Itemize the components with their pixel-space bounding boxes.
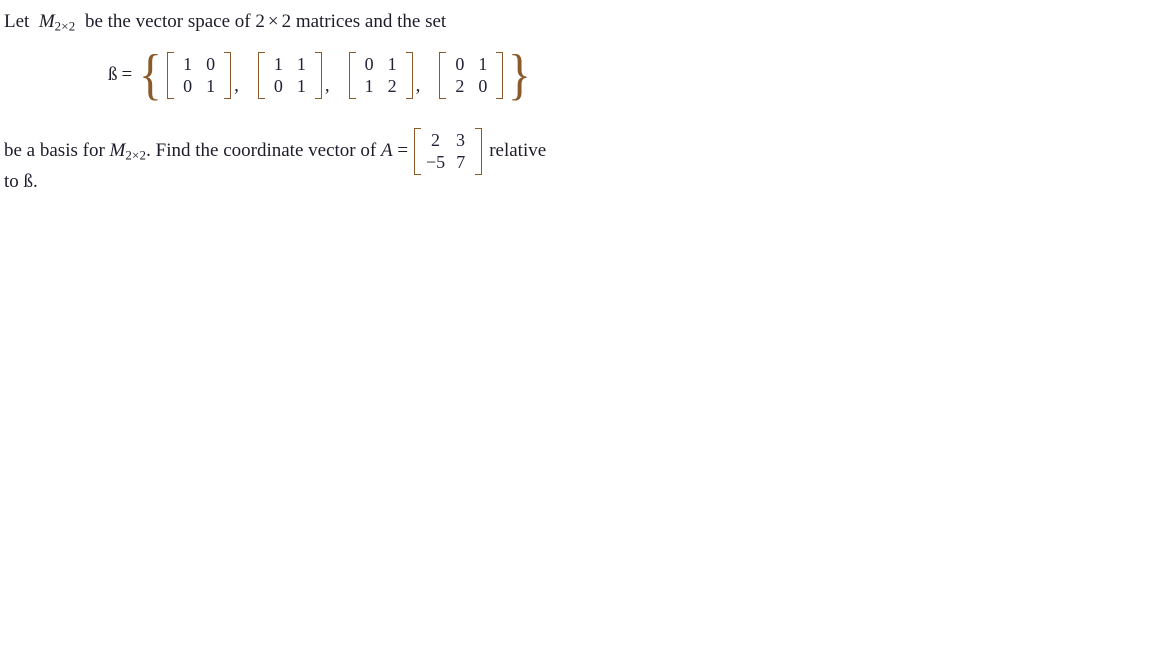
matrix-row: 0 1 bbox=[448, 53, 494, 75]
matrix-cell: −5 bbox=[426, 152, 446, 173]
line3-text-part2: . Find the coordinate vector of bbox=[146, 140, 377, 162]
line1-text-part3: 2 matrices and the set bbox=[281, 11, 447, 32]
matrix-row: 2 0 bbox=[448, 75, 494, 97]
problem-statement-line-1: Let M2×2 be the vector space of 2 × 2 matr… bbox=[4, 12, 446, 34]
matrix-row: 0 1 bbox=[358, 53, 404, 75]
left-bracket-icon bbox=[439, 52, 447, 99]
problem-statement-line-3: be a basis for M2×2 . Find the coordinat… bbox=[4, 128, 546, 175]
matrix-row: −5 7 bbox=[423, 151, 473, 173]
matrix-space-symbol: M2×2 bbox=[38, 11, 76, 34]
matrix-row: 0 1 bbox=[267, 75, 313, 97]
line1-text-part1: Let bbox=[4, 11, 30, 32]
basis-label: ß bbox=[108, 64, 118, 86]
matrix-cell: 3 bbox=[456, 130, 466, 150]
line3-text-part1: be a basis for bbox=[4, 140, 105, 162]
open-brace-icon: { bbox=[139, 44, 163, 107]
right-bracket-icon bbox=[314, 52, 322, 99]
left-bracket-icon bbox=[414, 128, 422, 175]
matrix-cell: 1 bbox=[206, 76, 216, 97]
matrix-cell: 1 bbox=[296, 54, 306, 74]
line4-text-part1: to bbox=[4, 171, 19, 192]
matrix-a-symbol: A bbox=[380, 140, 393, 162]
matrix-cell: 0 bbox=[455, 54, 465, 74]
matrix-cell: 2 bbox=[387, 76, 397, 97]
right-bracket-icon bbox=[475, 128, 483, 175]
matrix-separator-comma: , bbox=[324, 74, 330, 96]
matrix-space-subscript: 2×2 bbox=[54, 18, 76, 34]
matrix-row: 2 3 bbox=[423, 129, 473, 151]
right-bracket-icon bbox=[405, 52, 413, 99]
matrix-cell: 2 bbox=[455, 76, 465, 97]
line1-text-part2: be the vector space of 2 bbox=[84, 11, 265, 32]
matrix-cell: 0 bbox=[183, 76, 193, 97]
matrix-cell: 0 bbox=[206, 54, 216, 74]
left-bracket-icon bbox=[348, 52, 356, 99]
basis-label: ß bbox=[23, 171, 34, 192]
left-bracket-icon bbox=[257, 52, 265, 99]
matrix-cell: 2 bbox=[431, 130, 441, 150]
matrix-row: 1 2 bbox=[358, 75, 404, 97]
matrix-cell: 0 bbox=[364, 54, 374, 74]
times-symbol-icon: × bbox=[267, 11, 279, 32]
line4-period: . bbox=[33, 171, 38, 192]
matrix-cell: 0 bbox=[273, 76, 283, 97]
matrix-cell: 7 bbox=[456, 152, 466, 173]
basis-matrix-4: 0 1 2 0 bbox=[439, 52, 504, 99]
problem-statement-line-4: to ß. bbox=[4, 172, 38, 191]
matrix-separator-comma: , bbox=[234, 74, 239, 96]
right-bracket-icon bbox=[224, 52, 232, 99]
equals-sign: = bbox=[121, 64, 133, 86]
matrix-space-symbol: M2×2 bbox=[109, 139, 147, 163]
close-brace-icon: } bbox=[508, 44, 532, 107]
matrix-cell: 0 bbox=[478, 76, 488, 97]
matrix-separator-comma: , bbox=[415, 74, 421, 96]
matrix-cell: 1 bbox=[273, 54, 283, 74]
matrix-cell: 1 bbox=[364, 76, 374, 97]
matrix-cell: 1 bbox=[296, 76, 306, 97]
right-bracket-icon bbox=[496, 52, 504, 99]
basis-matrix-3: 0 1 1 2 bbox=[348, 52, 413, 99]
basis-set-equation: ß = { 1 0 0 1 , 1 1 0 1 , 0 1 1 2 , 0 1 … bbox=[108, 44, 534, 107]
problem-page: Let M2×2 be the vector space of 2 × 2 matr… bbox=[0, 0, 1152, 648]
matrix-a: 2 3 −5 7 bbox=[414, 128, 483, 175]
matrix-space-subscript: 2×2 bbox=[125, 147, 147, 163]
basis-matrix-2: 1 1 0 1 bbox=[257, 52, 322, 99]
matrix-cell: 1 bbox=[387, 54, 397, 74]
matrix-row: 1 0 bbox=[176, 53, 222, 75]
basis-matrix-1: 1 0 0 1 bbox=[167, 52, 232, 99]
line3-text-part3: relative bbox=[489, 140, 547, 162]
left-bracket-icon bbox=[167, 52, 175, 99]
matrix-row: 0 1 bbox=[176, 75, 222, 97]
matrix-cell: 1 bbox=[478, 54, 488, 74]
matrix-cell: 1 bbox=[183, 54, 193, 74]
equals-sign: = bbox=[397, 140, 409, 162]
matrix-row: 1 1 bbox=[267, 53, 313, 75]
